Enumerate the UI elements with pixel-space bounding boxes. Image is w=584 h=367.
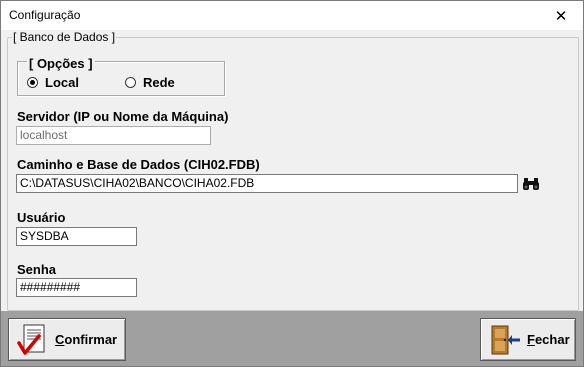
servidor-label: Servidor (IP ou Nome da Máquina) [17, 109, 229, 124]
usuario-field[interactable]: SYSDBA [16, 227, 137, 246]
confirmar-accel: C [55, 332, 65, 347]
servidor-field[interactable]: localhost [16, 126, 211, 145]
caminho-field[interactable]: C:\DATASUS\CIHA02\BANCO\CIHA02.FDB [16, 174, 518, 193]
fechar-accel: F [527, 332, 535, 347]
window-title: Configuração [9, 8, 81, 22]
senha-label: Senha [17, 262, 57, 277]
close-icon[interactable]: ✕ [539, 1, 583, 30]
caminho-label: Caminho e Base de Dados (CIH02.FDB) [17, 157, 260, 172]
document-check-icon [17, 324, 45, 355]
radio-rede-indicator[interactable] [125, 77, 136, 88]
exit-door-icon [491, 325, 520, 354]
radio-local[interactable]: Local [27, 75, 79, 90]
usuario-label: Usuário [17, 210, 66, 225]
radio-local-label[interactable]: Local [45, 75, 79, 90]
title-bar: Configuração ✕ [1, 1, 583, 30]
confirmar-button[interactable]: Confirmar [8, 318, 126, 361]
confirmar-label: onfirmar [64, 332, 118, 347]
binoculars-icon[interactable] [522, 177, 540, 191]
fechar-button[interactable]: Fechar [480, 318, 576, 361]
fechar-label: echar [534, 332, 570, 347]
database-group-label: [ Banco de Dados ] [12, 30, 117, 44]
senha-field[interactable]: ######### [16, 278, 137, 297]
radio-rede[interactable]: Rede [125, 75, 175, 90]
radio-rede-label[interactable]: Rede [143, 75, 175, 90]
radio-local-indicator[interactable] [27, 77, 38, 88]
config-window: Configuração ✕ [ Banco de Dados ] [ Opçõ… [0, 0, 584, 367]
options-group-label: [ Opções ] [27, 56, 95, 71]
